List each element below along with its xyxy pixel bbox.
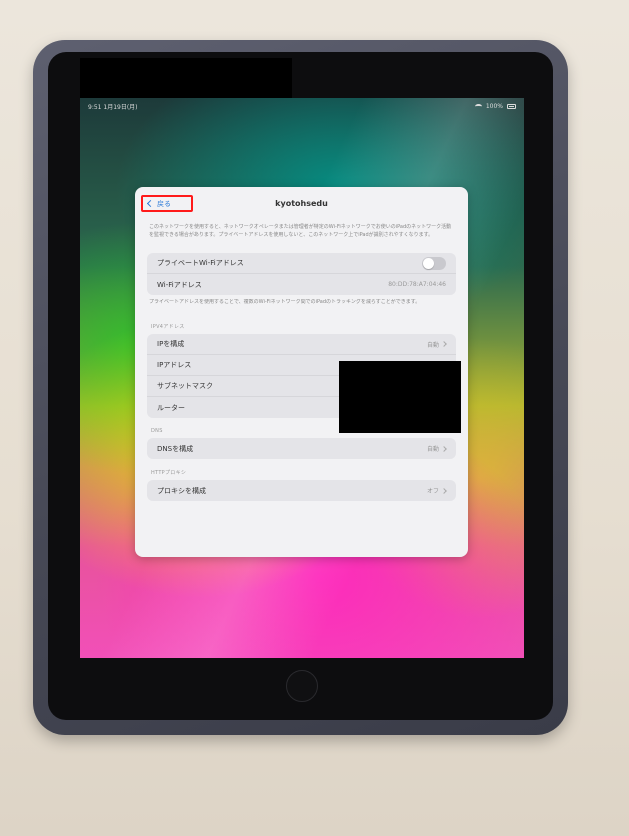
status-bar: 9:51 1月19日(月) 100% xyxy=(80,98,524,114)
status-time: 9:51 1月19日(月) xyxy=(88,104,138,111)
ip-config-value-wrap: 自動 xyxy=(426,340,447,349)
chevron-right-icon xyxy=(441,341,447,347)
ip-config-label: IPを構成 xyxy=(157,340,185,348)
address-group: プライベートWi-Fiアドレス Wi-Fiアドレス 80:DD:78:A7:04… xyxy=(147,253,456,295)
home-button[interactable] xyxy=(286,670,318,702)
network-name-title: kyotohsedu xyxy=(275,199,328,208)
ipv4-section-header: IPV4アドレス xyxy=(151,324,185,330)
wifi-icon xyxy=(474,103,482,109)
wifi-address-value: 80:DD:78:A7:04:46 xyxy=(388,281,446,288)
ip-config-row[interactable]: IPを構成 自動 xyxy=(147,334,456,355)
ip-address-label: IPアドレス xyxy=(157,361,192,369)
toggle-knob xyxy=(423,257,434,269)
privacy-intro-text: このネットワークを使用すると、ネットワークオペレータまたは管理者が特定のWi-F… xyxy=(149,224,452,238)
private-address-toggle[interactable] xyxy=(422,256,446,270)
dns-config-row[interactable]: DNSを構成 自動 xyxy=(147,438,456,459)
status-indicators: 100% xyxy=(474,102,516,110)
ip-config-value: 自動 xyxy=(426,341,439,349)
redaction-bar-top xyxy=(80,58,292,98)
proxy-config-value-wrap: オフ xyxy=(426,486,447,495)
private-address-row[interactable]: プライベートWi-Fiアドレス xyxy=(147,253,456,274)
private-address-footnote: プライベートアドレスを使用することで、複数のWi-Fiネットワーク間でのiPad… xyxy=(149,299,421,305)
dns-config-value: 自動 xyxy=(426,446,439,453)
redaction-box-ip-details xyxy=(339,361,461,433)
proxy-group: プロキシを構成 オフ xyxy=(147,480,456,501)
dns-group: DNSを構成 自動 xyxy=(147,438,456,459)
chevron-right-icon xyxy=(441,487,447,494)
proxy-section-header: HTTPプロキシ xyxy=(151,470,187,476)
proxy-config-row[interactable]: プロキシを構成 オフ xyxy=(147,480,456,501)
proxy-config-label: プロキシを構成 xyxy=(157,486,206,495)
subnet-mask-label: サブネットマスク xyxy=(157,382,213,390)
chevron-right-icon xyxy=(441,445,447,452)
wifi-address-label: Wi-Fiアドレス xyxy=(157,280,202,289)
private-address-label: プライベートWi-Fiアドレス xyxy=(157,259,244,267)
battery-icon xyxy=(507,103,516,109)
sheet-header: 戻る kyotohsedu xyxy=(135,187,468,217)
wifi-address-row: Wi-Fiアドレス 80:DD:78:A7:04:46 xyxy=(147,274,456,295)
battery-percent: 100% xyxy=(485,102,503,110)
proxy-config-value: オフ xyxy=(426,488,439,495)
dns-config-label: DNSを構成 xyxy=(157,444,194,453)
router-label: ルーター xyxy=(157,403,185,412)
dns-config-value-wrap: 自動 xyxy=(426,444,447,453)
